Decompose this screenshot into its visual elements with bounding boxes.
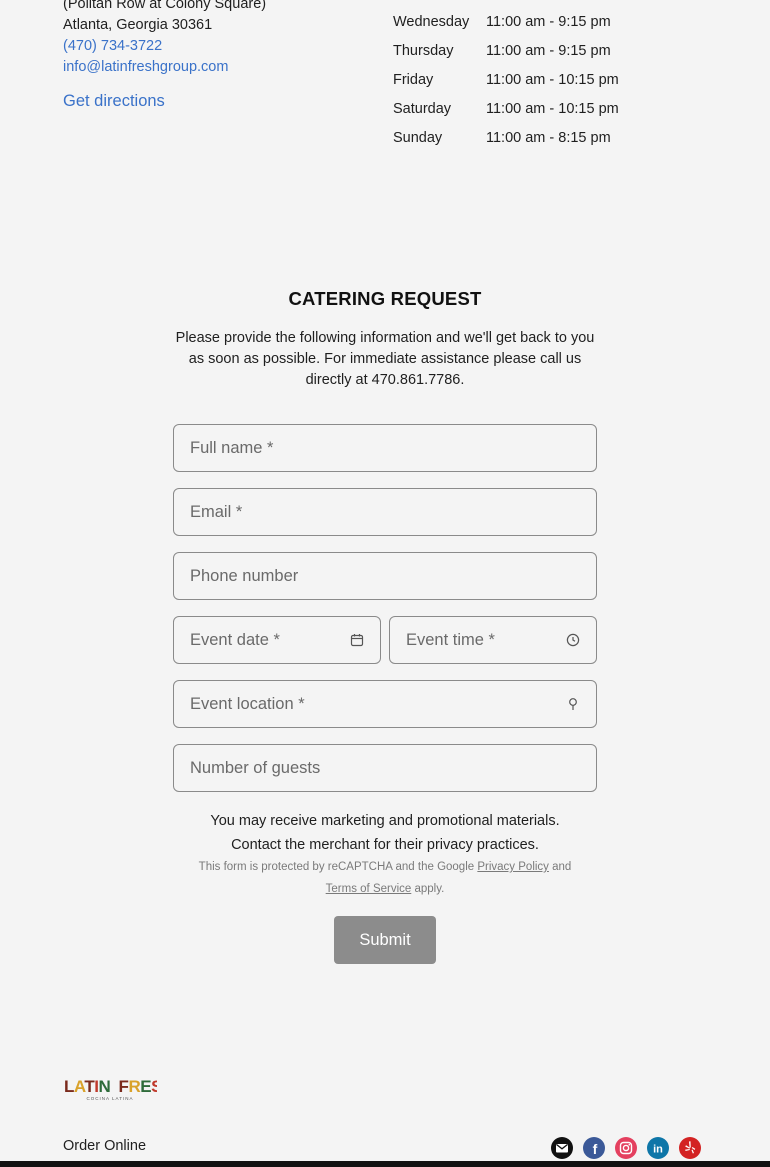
calendar-icon[interactable] [350,633,364,647]
email-link[interactable]: info@latinfreshgroup.com [63,57,363,78]
catering-intro: Please provide the following information… [175,330,595,388]
hours-row: Thursday 11:00 am - 9:15 pm [393,36,619,65]
guests-field [173,744,597,792]
get-directions-link[interactable]: Get directions [63,91,363,112]
hours-time: 11:00 am - 10:15 pm [486,71,619,88]
instagram-icon [615,1137,637,1159]
svg-text:f: f [593,1141,598,1157]
guests-input[interactable] [174,745,596,791]
hours-time: 11:00 am - 9:15 pm [486,13,611,30]
yelp-icon [679,1137,701,1159]
consent-text: You may receive marketing and promotiona… [173,809,597,857]
event-location-input[interactable] [174,681,596,727]
email-icon [551,1137,573,1159]
bottom-bar [0,1161,770,1167]
hours-day: Thursday [393,42,454,59]
phone-input[interactable] [174,553,596,599]
hours-day: Friday [393,71,434,88]
hours-day: Saturday [393,100,452,117]
social-links: f in [551,1137,701,1159]
facebook-icon: f [583,1137,605,1159]
hours-row: Sunday 11:00 am - 8:15 pm [393,123,619,152]
order-online-link[interactable]: Order Online [63,1138,146,1154]
recaptcha-notice: This form is protected by reCAPTCHA and … [173,856,597,900]
recaptcha-suffix: apply. [414,883,445,895]
location-pin-icon [569,698,577,710]
catering-title: CATERING REQUEST [288,288,482,309]
terms-of-service-link[interactable]: Terms of Service [326,883,412,895]
location-info: (Politan Row at Colony Square) Atlanta, … [63,0,363,112]
svg-text:LATIN FRESH: LATIN FRESH [64,1077,157,1096]
consent-line-2: Contact the merchant for their privacy p… [231,837,539,853]
phone-link[interactable]: (470) 734-3722 [63,36,363,57]
logo-graphic: LATIN FRESH COCINA LATINA [64,1077,174,1101]
email-input[interactable] [174,489,596,535]
email-social-link[interactable] [551,1137,573,1159]
linkedin-social-link[interactable]: in [647,1137,669,1159]
event-time-field [389,616,597,664]
event-date-field [173,616,381,664]
recaptcha-and: and [552,861,572,873]
catering-section: CATERING REQUEST Please provide the foll… [173,288,597,391]
hours-row: Saturday 11:00 am - 10:15 pm [393,94,619,123]
full-name-field [173,424,597,472]
instagram-social-link[interactable] [615,1137,637,1159]
yelp-social-link[interactable] [679,1137,701,1159]
address-line-1: (Politan Row at Colony Square) [63,0,267,12]
hours-row: Wednesday 11:00 am - 9:15 pm [393,7,619,36]
linkedin-icon: in [647,1137,669,1159]
consent-line-1: You may receive marketing and promotiona… [210,813,560,829]
hours-time: 11:00 am - 8:15 pm [486,129,611,146]
email-field [173,488,597,536]
phone-field [173,552,597,600]
full-name-input[interactable] [174,425,596,471]
svg-text:in: in [653,1144,663,1156]
submit-button[interactable]: Submit [334,916,436,964]
event-location-field [173,680,597,728]
hours-row: Friday 11:00 am - 10:15 pm [393,65,619,94]
clock-icon[interactable] [566,633,580,647]
recaptcha-prefix: This form is protected by reCAPTCHA and … [198,861,475,873]
logo-subtext: COCINA LATINA [87,1096,134,1101]
hours-time: 11:00 am - 10:15 pm [486,100,619,117]
hours-time: 11:00 am - 9:15 pm [486,42,611,59]
hours-day: Wednesday [393,13,470,30]
latin-fresh-logo[interactable]: LATIN FRESH COCINA LATINA [63,1070,174,1102]
hours-day: Sunday [393,129,443,146]
facebook-social-link[interactable]: f [583,1137,605,1159]
address-line-2: Atlanta, Georgia 30361 [63,17,213,33]
hours-table: Wednesday 11:00 am - 9:15 pm Thursday 11:0… [393,7,619,152]
privacy-policy-link[interactable]: Privacy Policy [477,861,549,873]
